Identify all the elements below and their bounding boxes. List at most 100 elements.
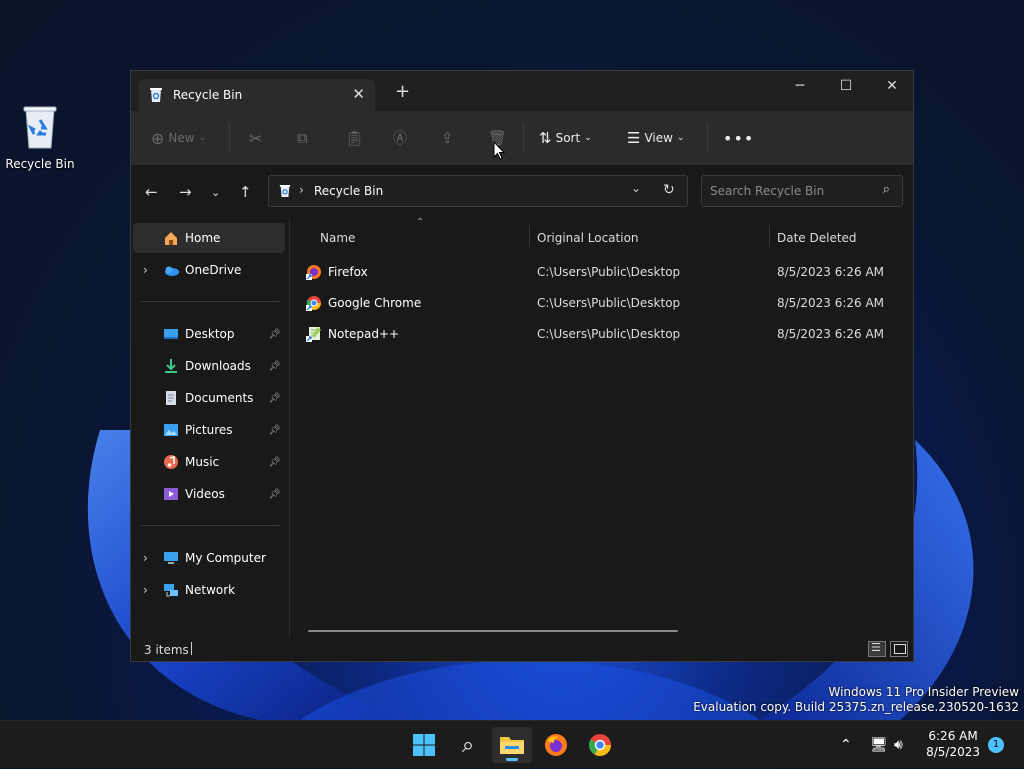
running-indicator [506, 758, 518, 761]
network-icon [164, 584, 178, 597]
sidebar-item-label: Network [185, 583, 236, 597]
address-row: ← → ⌄ ↑ › Recycle Bin ⌄ ↻ Search Recycle… [131, 165, 913, 219]
view-button[interactable]: ☰ View ⌄ [627, 127, 684, 149]
item-count: 3 items [144, 643, 189, 657]
sidebar-item-music[interactable]: Music 📌︎ [133, 447, 285, 477]
share-icon: ⇪ [441, 129, 454, 147]
watermark-line1: Windows 11 Pro Insider Preview [828, 685, 1019, 699]
command-separator [229, 123, 230, 153]
pin-icon[interactable]: 📌︎ [268, 457, 281, 468]
forward-button[interactable]: → [179, 183, 192, 201]
file-explorer-taskbar-button[interactable] [492, 727, 532, 763]
downloads-icon [165, 359, 177, 373]
recent-locations-button[interactable]: ⌄ [211, 186, 220, 199]
chevron-right-icon[interactable]: › [143, 263, 148, 277]
tab-recycle-bin[interactable]: Recycle Bin ✕ [139, 79, 375, 111]
large-icons-view-icon [894, 644, 906, 654]
column-header-date-deleted[interactable]: Date Deleted [777, 227, 857, 249]
firefox-icon [545, 734, 567, 756]
title-bar[interactable]: Recycle Bin ✕ + ─ ☐ ✕ [131, 71, 913, 111]
pin-icon[interactable]: 📌︎ [268, 393, 281, 404]
refresh-icon[interactable]: ↻ [663, 182, 675, 198]
recycle-bin-icon [279, 185, 291, 197]
back-button[interactable]: ← [145, 183, 158, 201]
cut-button[interactable]: ✂ [249, 127, 262, 149]
close-tab-icon[interactable]: ✕ [352, 85, 365, 103]
firefox-taskbar-button[interactable] [536, 727, 576, 763]
address-dropdown-icon[interactable]: ⌄ [631, 181, 641, 195]
chrome-icon [589, 734, 611, 756]
sidebar-divider [141, 525, 279, 526]
sidebar-item-videos[interactable]: Videos 📌︎ [133, 479, 285, 509]
sidebar-divider [141, 301, 279, 302]
sidebar-item-home[interactable]: Home [133, 223, 285, 253]
share-button[interactable]: ⇪ [441, 127, 454, 149]
command-separator [707, 123, 708, 153]
pin-icon[interactable]: 📌︎ [268, 425, 281, 436]
search-box[interactable]: Search Recycle Bin ⌕ [701, 175, 903, 207]
close-window-button[interactable]: ✕ [869, 71, 915, 101]
maximize-button[interactable]: ☐ [823, 71, 869, 101]
large-icons-view-button[interactable] [890, 641, 908, 657]
more-icon: ••• [723, 128, 755, 148]
show-hidden-icons-button[interactable]: ⌃ [840, 721, 852, 769]
clock[interactable]: 6:26 AM 8/5/2023 [926, 728, 980, 760]
network-tray-icon[interactable]: 🖥︎ [870, 721, 888, 769]
search-input[interactable]: Search Recycle Bin [710, 184, 824, 198]
new-button[interactable]: ⊕ New ⌄ [151, 127, 206, 149]
chevron-right-icon[interactable]: › [143, 551, 148, 565]
notepadpp-shortcut-icon [306, 327, 321, 342]
notification-badge[interactable]: 1 [988, 737, 1004, 753]
table-row[interactable]: Google Chrome C:\Users\Public\Desktop 8/… [304, 288, 904, 318]
chrome-taskbar-button[interactable] [580, 727, 620, 763]
sidebar-item-downloads[interactable]: Downloads 📌︎ [133, 351, 285, 381]
desktop-recycle-bin[interactable]: Recycle Bin [4, 104, 76, 171]
chevron-right-icon[interactable]: › [143, 583, 148, 597]
tab-title: Recycle Bin [173, 88, 243, 102]
new-plus-icon: ⊕ [151, 128, 165, 148]
sort-button[interactable]: ⇅ Sort ⌄ [539, 127, 592, 149]
sidebar-item-network[interactable]: › Network [133, 575, 285, 605]
new-tab-icon[interactable]: + [395, 83, 410, 101]
file-date-deleted: 8/5/2023 6:26 AM [777, 296, 885, 310]
column-header-name[interactable]: Name [320, 227, 355, 249]
breadcrumb-recycle-bin[interactable]: Recycle Bin [314, 184, 383, 198]
minimize-button[interactable]: ─ [777, 71, 823, 101]
chevron-down-icon: ⌄ [584, 133, 592, 143]
pin-icon[interactable]: 📌︎ [268, 361, 281, 372]
up-button[interactable]: ↑ [239, 183, 252, 201]
status-bar: 3 items ☰ [131, 637, 913, 661]
start-button[interactable] [404, 727, 444, 763]
paste-button[interactable]: 📋︎ [345, 127, 364, 149]
column-separator[interactable] [769, 225, 770, 247]
sidebar-item-pictures[interactable]: Pictures 📌︎ [133, 415, 285, 445]
pin-icon[interactable]: 📌︎ [268, 329, 281, 340]
table-row[interactable]: Firefox C:\Users\Public\Desktop 8/5/2023… [304, 257, 904, 287]
details-view-icon: ☰ [871, 641, 881, 654]
pin-icon[interactable]: 📌︎ [268, 489, 281, 500]
address-bar[interactable]: › Recycle Bin ⌄ ↻ [268, 175, 688, 207]
volume-tray-icon[interactable]: 🔊︎ [894, 721, 903, 769]
table-row[interactable]: Notepad++ C:\Users\Public\Desktop 8/5/20… [304, 319, 904, 349]
more-options-button[interactable]: ••• [723, 127, 754, 149]
sidebar-item-onedrive[interactable]: › OneDrive [133, 255, 285, 285]
chrome-shortcut-icon [306, 296, 321, 311]
column-separator[interactable] [529, 225, 530, 247]
computer-icon [164, 552, 178, 564]
column-header-original-location[interactable]: Original Location [537, 227, 639, 249]
sidebar-item-label: OneDrive [185, 263, 242, 277]
sidebar-item-desktop[interactable]: Desktop 📌︎ [133, 319, 285, 349]
chevron-down-icon: ⌄ [198, 133, 207, 143]
file-list: ⌃ Name Original Location Date Deleted Fi… [290, 217, 913, 637]
search-taskbar-button[interactable]: ⌕ [448, 727, 488, 763]
sort-icon: ⇅ [539, 129, 552, 147]
rename-button[interactable]: Ⓐ [393, 127, 407, 149]
sidebar-item-my-computer[interactable]: › My Computer [133, 543, 285, 573]
sidebar-item-label: Videos [185, 487, 225, 501]
details-view-button[interactable]: ☰ [868, 641, 886, 657]
copy-button[interactable]: ⧉ [297, 127, 308, 149]
home-icon [165, 232, 177, 245]
sidebar-item-documents[interactable]: Documents 📌︎ [133, 383, 285, 413]
horizontal-scrollbar[interactable] [308, 630, 678, 632]
view-list-icon: ☰ [627, 129, 641, 147]
